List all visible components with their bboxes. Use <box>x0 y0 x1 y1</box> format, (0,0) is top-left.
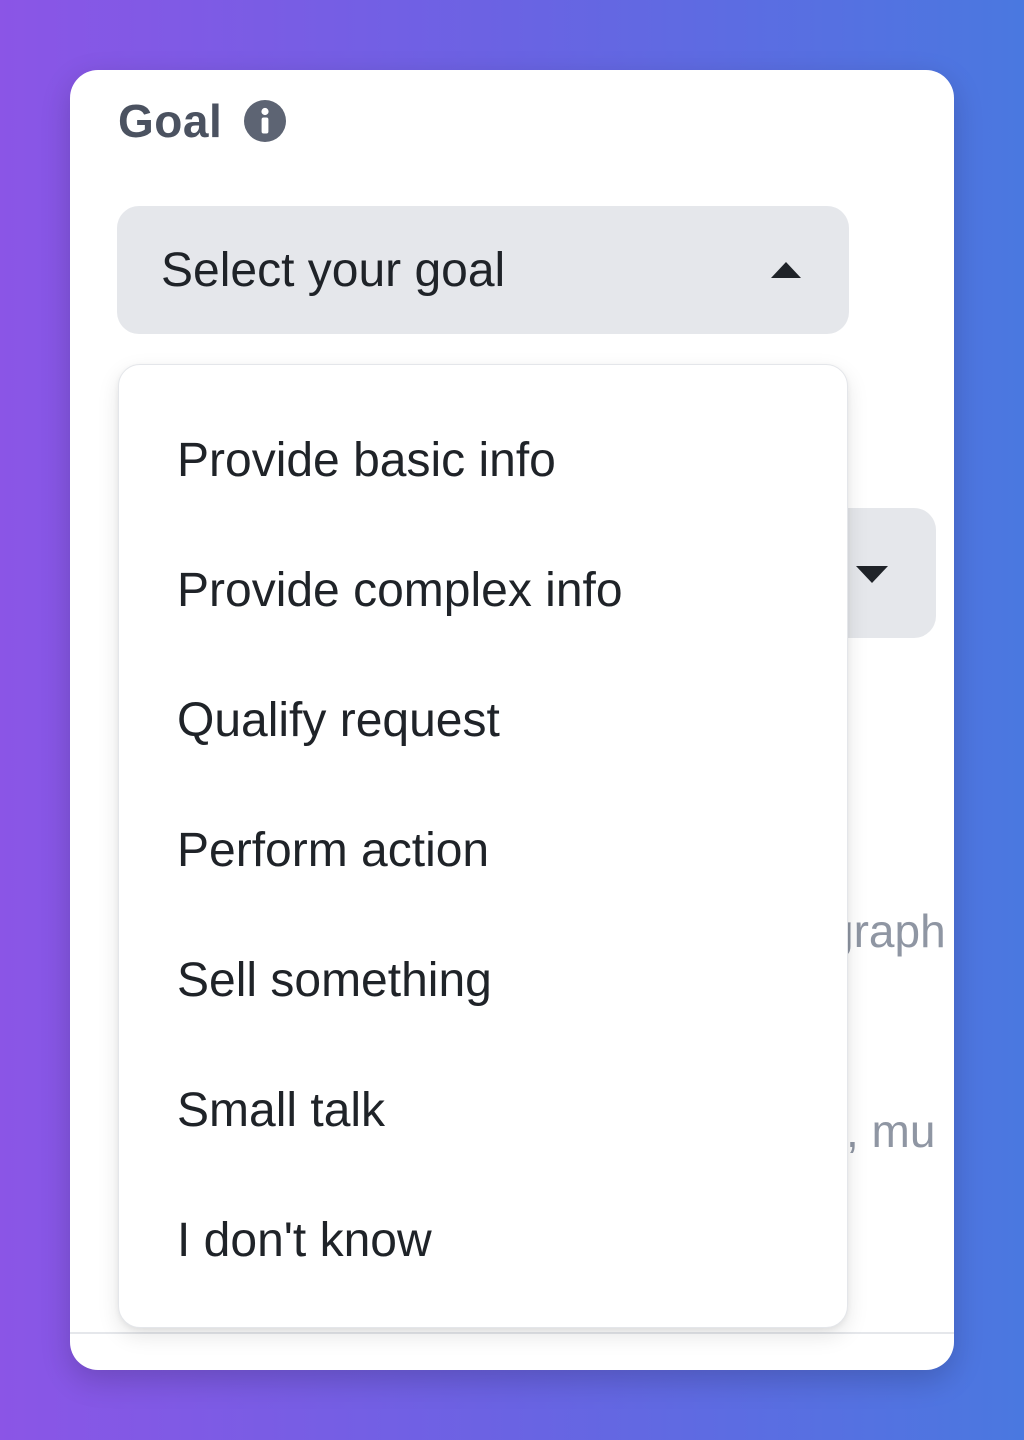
goal-select-value: Select your goal <box>161 243 506 297</box>
background-text: , mu <box>846 1105 936 1157</box>
dropdown-option-sell-something[interactable]: Sell something <box>119 915 847 1045</box>
dropdown-option-perform-action[interactable]: Perform action <box>119 785 847 915</box>
dropdown-option-i-dont-know[interactable]: I don't know <box>119 1175 847 1305</box>
dropdown-option-provide-complex-info[interactable]: Provide complex info <box>119 525 847 655</box>
goal-select[interactable]: Select your goal <box>117 206 849 334</box>
caret-down-icon <box>856 566 888 583</box>
goal-label: Goal <box>118 95 223 147</box>
dropdown-option-qualify-request[interactable]: Qualify request <box>119 655 847 785</box>
dropdown-option-small-talk[interactable]: Small talk <box>119 1045 847 1175</box>
goal-header: Goal <box>118 94 287 148</box>
dropdown-option-provide-basic-info[interactable]: Provide basic info <box>119 395 847 525</box>
goal-card: Goal Select your goal graph , mu Provide… <box>70 70 954 1370</box>
divider <box>70 1332 954 1334</box>
goal-dropdown-menu: Provide basic info Provide complex info … <box>118 364 848 1328</box>
caret-up-icon <box>771 262 801 278</box>
info-icon[interactable] <box>244 100 287 142</box>
